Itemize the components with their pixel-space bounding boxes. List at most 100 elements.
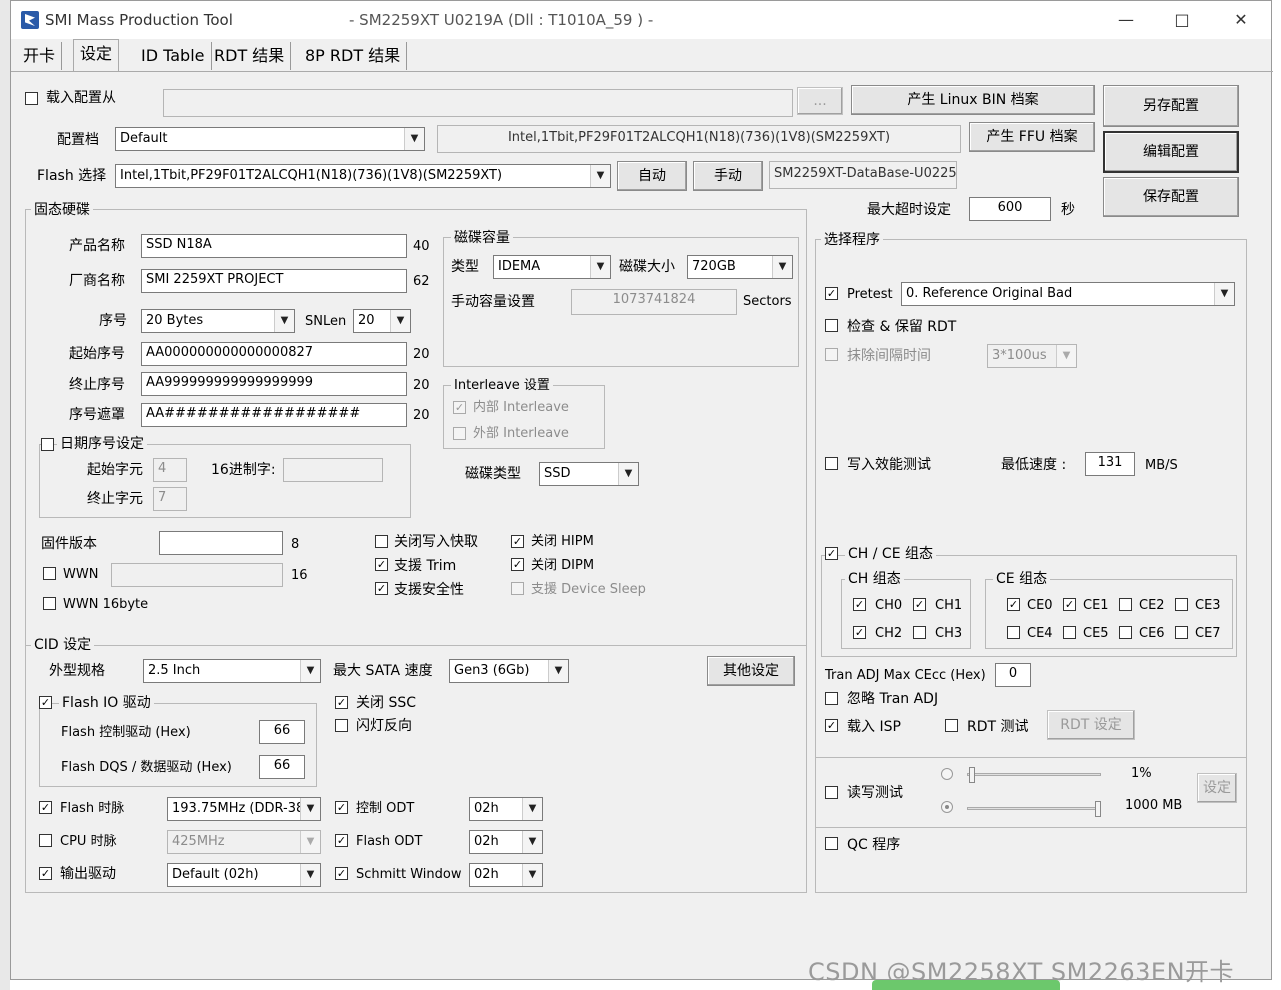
cap-size-select[interactable]: 720GB ▼ — [687, 255, 793, 279]
ce0-checkbox[interactable]: ✓ — [1007, 598, 1020, 611]
cpu-clock-select[interactable]: 425MHz ▼ — [167, 830, 321, 854]
maximize-icon[interactable]: □ — [1162, 7, 1202, 33]
disk-type-select[interactable]: SSD ▼ — [539, 462, 639, 486]
flash-clock-select[interactable]: 193.75MHz (DDR-387) ▼ — [167, 797, 321, 821]
end-sn-input[interactable]: AA999999999999999999 — [141, 372, 407, 396]
manual-button[interactable]: 手动 — [693, 161, 763, 191]
ce3-checkbox[interactable] — [1175, 598, 1188, 611]
form-factor-select[interactable]: 2.5 Inch ▼ — [143, 659, 321, 683]
pretest-checkbox[interactable]: ✓ — [825, 287, 838, 300]
other-settings-button[interactable]: 其他设定 — [707, 656, 795, 686]
save-as-config-button[interactable]: 另存配置 — [1103, 85, 1239, 127]
device-sleep-checkbox[interactable] — [511, 582, 524, 595]
erase-interval-checkbox[interactable] — [825, 348, 838, 361]
ch2-checkbox[interactable]: ✓ — [853, 626, 866, 639]
rw-settings-button[interactable]: 设定 — [1197, 773, 1237, 803]
gen-ffu-button[interactable]: 产生 FFU 档案 — [969, 122, 1095, 152]
ctrl-odt-select[interactable]: 02h ▼ — [469, 797, 543, 821]
flash-odt-checkbox[interactable]: ✓ — [335, 834, 348, 847]
output-drive-select[interactable]: Default (02h) ▼ — [167, 863, 321, 887]
ctrl-odt-checkbox[interactable]: ✓ — [335, 801, 348, 814]
rw-size-slider[interactable] — [967, 807, 1101, 810]
browse-button[interactable]: ... — [797, 87, 843, 115]
tran-adj-input[interactable]: 0 — [995, 663, 1031, 687]
sata-speed-select[interactable]: Gen3 (6Gb) ▼ — [449, 659, 569, 683]
support-security-checkbox[interactable]: ✓ — [375, 582, 388, 595]
close-write-cache-checkbox[interactable] — [375, 535, 388, 548]
ce2-checkbox[interactable] — [1119, 598, 1132, 611]
minimize-icon[interactable]: — — [1106, 7, 1146, 33]
dqs-drive-input[interactable]: 66 — [259, 755, 305, 779]
fw-input[interactable] — [159, 531, 283, 555]
ce4-checkbox[interactable] — [1007, 626, 1020, 639]
save-config-button[interactable]: 保存配置 — [1103, 177, 1239, 217]
flash-clock-checkbox[interactable]: ✓ — [39, 801, 52, 814]
rdt-test-checkbox[interactable] — [945, 719, 958, 732]
ignore-tran-checkbox[interactable] — [825, 692, 838, 705]
wwn-input[interactable] — [111, 563, 283, 587]
start-sn-input[interactable]: AA000000000000000827 — [141, 342, 407, 366]
serial-type-select[interactable]: 20 Bytes ▼ — [141, 309, 295, 333]
close-dipm-checkbox[interactable]: ✓ — [511, 558, 524, 571]
tab-8p-rdt-result[interactable]: 8P RDT 结果 — [299, 42, 408, 70]
erase-interval-select[interactable]: 3*100us ▼ — [987, 344, 1077, 368]
ch1-checkbox[interactable]: ✓ — [913, 598, 926, 611]
wwn16-checkbox[interactable] — [43, 597, 56, 610]
timeout-input[interactable]: 600 — [969, 197, 1051, 221]
snlen-select[interactable]: 20 ▼ — [353, 309, 411, 333]
rw-test-checkbox[interactable] — [825, 786, 838, 799]
rw-pct-slider[interactable] — [967, 773, 1101, 776]
rw-size-radio[interactable] — [941, 801, 953, 813]
tab-rdt-result[interactable]: RDT 结果 — [208, 42, 292, 70]
mask-input[interactable]: AA################## — [141, 403, 407, 427]
vendor-input[interactable]: SMI 2259XT PROJECT — [141, 269, 407, 293]
flash-odt-select[interactable]: 02h ▼ — [469, 830, 543, 854]
end-char-input[interactable]: 7 — [153, 487, 187, 511]
flash-select[interactable]: Intel,1Tbit,PF29F01T2ALCQH1(N18)(736)(1V… — [115, 164, 611, 188]
led-invert-checkbox[interactable] — [335, 719, 348, 732]
tab-open-card[interactable]: 开卡 — [17, 42, 63, 70]
output-drive-checkbox[interactable]: ✓ — [39, 867, 52, 880]
close-icon[interactable]: ✕ — [1221, 7, 1261, 33]
flash-io-checkbox[interactable]: ✓ — [39, 696, 52, 709]
rw-pct-slider-thumb[interactable] — [969, 767, 975, 783]
qc-checkbox[interactable] — [825, 837, 838, 850]
rdt-settings-button[interactable]: RDT 设定 — [1047, 710, 1135, 740]
schmitt-checkbox[interactable]: ✓ — [335, 867, 348, 880]
cpu-clock-checkbox[interactable] — [39, 834, 52, 847]
load-config-checkbox[interactable] — [25, 92, 38, 105]
ce5-checkbox[interactable] — [1063, 626, 1076, 639]
tab-settings[interactable]: 设定 — [73, 39, 120, 71]
support-trim-checkbox[interactable]: ✓ — [375, 558, 388, 571]
manual-cap-input[interactable]: 1073741824 — [571, 289, 737, 315]
rw-pct-radio[interactable] — [941, 768, 953, 780]
ce1-checkbox[interactable]: ✓ — [1063, 598, 1076, 611]
wwn-checkbox[interactable] — [43, 567, 56, 580]
product-name-input[interactable]: SSD N18A — [141, 234, 407, 258]
ce7-checkbox[interactable] — [1175, 626, 1188, 639]
min-speed-input[interactable]: 131 — [1085, 452, 1135, 476]
start-char-input[interactable]: 4 — [153, 458, 187, 482]
close-ssc-checkbox[interactable]: ✓ — [335, 696, 348, 709]
hex-char-input[interactable] — [283, 458, 383, 482]
close-hipm-checkbox[interactable]: ✓ — [511, 535, 524, 548]
ce6-checkbox[interactable] — [1119, 626, 1132, 639]
schmitt-select[interactable]: 02h ▼ — [469, 863, 543, 887]
edit-config-button[interactable]: 编辑配置 — [1103, 131, 1239, 173]
check-rdt-checkbox[interactable] — [825, 319, 838, 332]
load-isp-checkbox[interactable]: ✓ — [825, 719, 838, 732]
internal-interleave-checkbox[interactable]: ✓ — [453, 401, 466, 414]
auto-button[interactable]: 自动 — [617, 161, 687, 191]
profile-select[interactable]: Default ▼ — [115, 127, 425, 151]
ctrl-drive-input[interactable]: 66 — [259, 720, 305, 744]
ch0-checkbox[interactable]: ✓ — [853, 598, 866, 611]
chce-checkbox[interactable]: ✓ — [825, 547, 838, 560]
cap-type-select[interactable]: IDEMA ▼ — [493, 255, 611, 279]
load-config-path[interactable] — [163, 89, 793, 117]
rw-size-slider-thumb[interactable] — [1095, 801, 1101, 817]
external-interleave-checkbox[interactable] — [453, 427, 466, 440]
perf-test-checkbox[interactable] — [825, 457, 838, 470]
date-sn-checkbox[interactable] — [41, 438, 54, 451]
gen-linux-bin-button[interactable]: 产生 Linux BIN 档案 — [851, 85, 1095, 115]
tab-id-table[interactable]: ID Table — [135, 42, 212, 70]
